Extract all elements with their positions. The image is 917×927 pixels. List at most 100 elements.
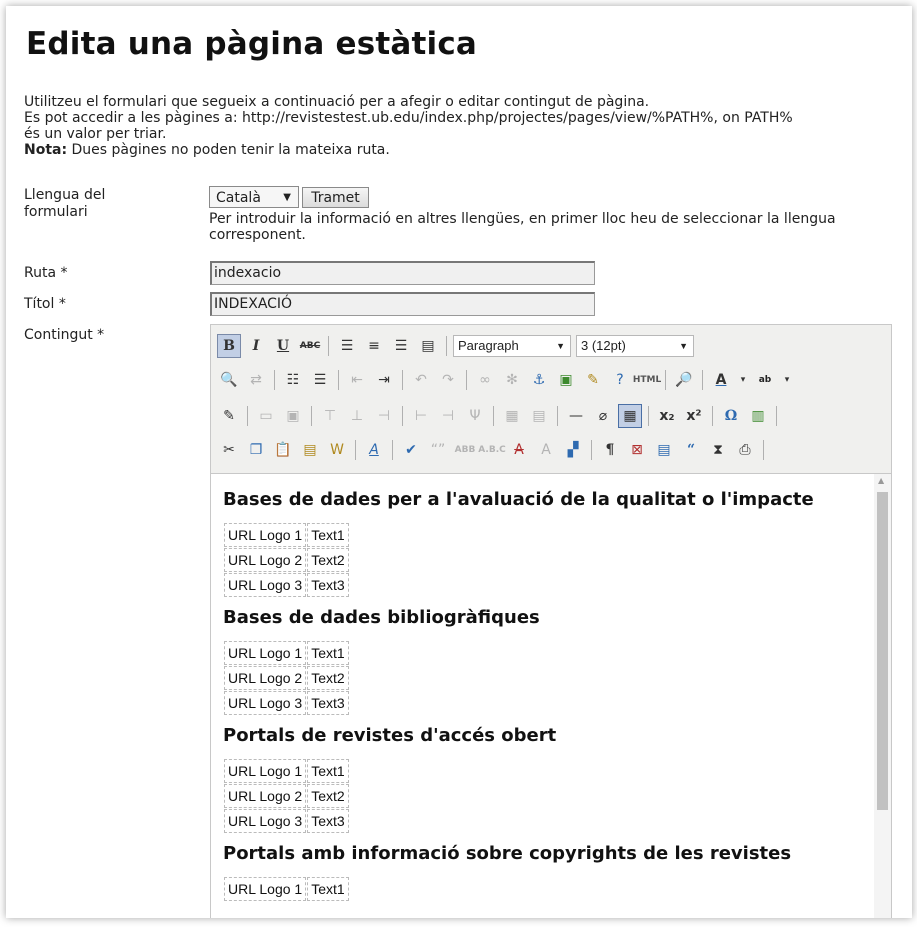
- logo-text-cell[interactable]: Text1: [307, 641, 349, 665]
- format-select[interactable]: Paragraph ▼: [453, 335, 571, 357]
- html-source-icon[interactable]: HTML: [633, 368, 661, 392]
- table-icon[interactable]: ▦: [618, 404, 642, 428]
- logo-text-cell[interactable]: Text2: [307, 784, 349, 808]
- copy-icon[interactable]: ❐: [244, 438, 268, 462]
- logo-url-cell[interactable]: URL Logo 2: [224, 666, 307, 690]
- logo-text-cell[interactable]: Text1: [307, 877, 349, 901]
- editor-scrollbar[interactable]: ▲: [874, 474, 891, 918]
- table-row: URL Logo 1 Text1: [224, 877, 349, 901]
- form-language-select[interactable]: Català ▼: [209, 186, 299, 208]
- edit-style-icon[interactable]: ✎: [217, 404, 241, 428]
- font-size-select[interactable]: 3 (12pt) ▼: [576, 335, 694, 357]
- insert-row-before-icon[interactable]: ⊤: [318, 404, 342, 428]
- media-icon[interactable]: ▥: [746, 404, 770, 428]
- insert-row-after-icon[interactable]: ⊥: [345, 404, 369, 428]
- find-icon[interactable]: 🔍: [217, 368, 241, 392]
- paste-word-icon[interactable]: W: [325, 438, 349, 462]
- underline-icon[interactable]: U: [271, 334, 295, 358]
- horizontal-rule-icon[interactable]: —: [564, 404, 588, 428]
- scrollbar-thumb[interactable]: [877, 492, 888, 810]
- show-blocks-icon[interactable]: ¶: [598, 438, 622, 462]
- logo-text-cell[interactable]: Text2: [307, 666, 349, 690]
- logo-url-cell[interactable]: URL Logo 1: [224, 877, 307, 901]
- redo-icon[interactable]: ↷: [436, 368, 460, 392]
- outdent-icon[interactable]: ⇤: [345, 368, 369, 392]
- logo-url-cell[interactable]: URL Logo 2: [224, 548, 307, 572]
- logo-text-cell[interactable]: Text3: [307, 573, 349, 597]
- spellcheck-icon[interactable]: ✔: [399, 438, 423, 462]
- print-icon[interactable]: ⎙: [733, 438, 757, 462]
- strikethrough-icon[interactable]: ABC: [298, 334, 322, 358]
- page-frame: Edita una pàgina estàtica Utilitzeu el f…: [6, 6, 912, 918]
- numbered-list-icon[interactable]: ☰: [308, 368, 332, 392]
- text-color-icon[interactable]: A: [709, 368, 733, 392]
- blockquote-icon[interactable]: “: [679, 438, 703, 462]
- paste-text-icon[interactable]: ▤: [298, 438, 322, 462]
- logo-url-cell[interactable]: URL Logo 1: [224, 523, 307, 547]
- logo-url-cell[interactable]: URL Logo 1: [224, 641, 307, 665]
- cut-icon[interactable]: ✂: [217, 438, 241, 462]
- logo-text-cell[interactable]: Text3: [307, 691, 349, 715]
- logo-text-cell[interactable]: Text1: [307, 759, 349, 783]
- chevron-down-icon[interactable]: ▾: [780, 368, 794, 392]
- logo-url-cell[interactable]: URL Logo 1: [224, 759, 307, 783]
- attributes-icon[interactable]: ▞: [561, 438, 585, 462]
- cell-props-icon[interactable]: ▣: [281, 404, 305, 428]
- align-right-icon[interactable]: ☰: [389, 334, 413, 358]
- logo-url-cell[interactable]: URL Logo 3: [224, 691, 307, 715]
- preview-icon[interactable]: 🔎: [672, 368, 696, 392]
- image-icon[interactable]: ▣: [554, 368, 578, 392]
- bold-icon[interactable]: B: [217, 334, 241, 358]
- font-icon[interactable]: A: [362, 438, 386, 462]
- row-props-icon[interactable]: ▭: [254, 404, 278, 428]
- undo-icon[interactable]: ↶: [409, 368, 433, 392]
- page-break-icon[interactable]: ⧗: [706, 438, 730, 462]
- paste-icon[interactable]: 📋: [271, 438, 295, 462]
- logo-url-cell[interactable]: URL Logo 3: [224, 573, 307, 597]
- align-center-icon[interactable]: ≡: [362, 334, 386, 358]
- align-left-icon[interactable]: ☰: [335, 334, 359, 358]
- chevron-down-icon[interactable]: ▾: [736, 368, 750, 392]
- highlight-color-icon[interactable]: ab: [753, 368, 777, 392]
- editor-body[interactable]: Bases de dades per a l'avaluació de la q…: [211, 473, 891, 918]
- toolbar-row-2: 🔍 ⇄ ☷ ☰ ⇤ ⇥ ↶ ↷ ∞ ✻ ⚓ ▣ ✎ ? HTML 🔎 A ▾ a…: [217, 365, 794, 395]
- subscript-icon[interactable]: x₂: [655, 404, 679, 428]
- split-cells-icon[interactable]: ▦: [500, 404, 524, 428]
- unlink-icon[interactable]: ✻: [500, 368, 524, 392]
- delete-col-icon[interactable]: Ψ: [463, 404, 487, 428]
- logo-text-cell[interactable]: Text2: [307, 548, 349, 572]
- logo-url-cell[interactable]: URL Logo 2: [224, 784, 307, 808]
- intro-line-2: Es pot accedir a les pàgines a: http://r…: [24, 110, 793, 126]
- template-icon[interactable]: ▤: [652, 438, 676, 462]
- quote-icon[interactable]: “”: [426, 438, 450, 462]
- abbr-icon[interactable]: ABB: [453, 438, 477, 462]
- acronym-icon[interactable]: A.B.C: [478, 438, 505, 462]
- italic-icon[interactable]: I: [244, 334, 268, 358]
- remove-format-icon[interactable]: ⌀: [591, 404, 615, 428]
- ins-icon[interactable]: A: [534, 438, 558, 462]
- link-icon[interactable]: ∞: [473, 368, 497, 392]
- visual-chars-icon[interactable]: ⊠: [625, 438, 649, 462]
- title-input[interactable]: INDEXACIÓ: [210, 292, 595, 316]
- logo-text-cell[interactable]: Text3: [307, 809, 349, 833]
- logo-text-cell[interactable]: Text1: [307, 523, 349, 547]
- anchor-icon[interactable]: ⚓: [527, 368, 551, 392]
- special-char-icon[interactable]: Ω: [719, 404, 743, 428]
- superscript-icon[interactable]: x²: [682, 404, 706, 428]
- bullet-list-icon[interactable]: ☷: [281, 368, 305, 392]
- del-icon[interactable]: A: [507, 438, 531, 462]
- path-input[interactable]: indexacio: [210, 261, 595, 285]
- help-icon[interactable]: ?: [608, 368, 632, 392]
- delete-row-icon[interactable]: ⊣: [372, 404, 396, 428]
- insert-col-after-icon[interactable]: ⊣: [436, 404, 460, 428]
- scroll-up-icon[interactable]: ▲: [878, 476, 884, 485]
- align-justify-icon[interactable]: ▤: [416, 334, 440, 358]
- merge-cells-icon[interactable]: ▤: [527, 404, 551, 428]
- cleanup-icon[interactable]: ✎: [581, 368, 605, 392]
- indent-icon[interactable]: ⇥: [372, 368, 396, 392]
- submit-language-button[interactable]: Tramet: [302, 187, 369, 208]
- replace-icon[interactable]: ⇄: [244, 368, 268, 392]
- insert-col-before-icon[interactable]: ⊢: [409, 404, 433, 428]
- table-row: URL Logo 2 Text2: [224, 666, 349, 690]
- logo-url-cell[interactable]: URL Logo 3: [224, 809, 307, 833]
